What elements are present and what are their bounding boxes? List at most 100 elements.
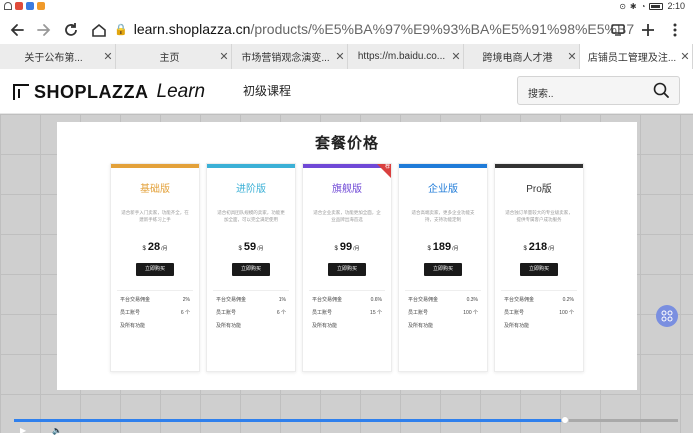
search-input[interactable]: 搜索..: [517, 76, 680, 105]
float-action-button[interactable]: [656, 305, 678, 327]
slide-title: 套餐价格: [314, 135, 379, 152]
pricing-card: Pro版 适合独订单量较大的专业级卖家，提供专属客户成功服务 $218/月 立即购买平…: [494, 163, 584, 372]
ribbon-label: 荐: [384, 164, 390, 170]
plan-feature: 平台交易佣金 0.2%: [504, 295, 574, 304]
buy-now-button[interactable]: 立即购买: [232, 263, 270, 276]
feature-value: 100 个: [463, 310, 478, 316]
plan-color-bar: [111, 164, 199, 168]
volume-icon[interactable]: 🔈: [52, 426, 62, 435]
feature-label: 及所有功能: [504, 323, 530, 329]
plan-price: $189/月: [399, 241, 487, 253]
tab-item[interactable]: 主页 ✕: [116, 44, 232, 69]
new-tab-icon[interactable]: [637, 19, 659, 41]
feature-value: 1%: [278, 296, 286, 303]
feature-label: 员工账号: [216, 310, 237, 316]
feature-label: 及所有功能: [408, 323, 434, 329]
price-value: 99: [339, 241, 353, 253]
play-icon[interactable]: ▶: [20, 426, 26, 435]
wifi-signal-icon: ◔: [640, 1, 646, 11]
plan-feature: 及所有功能: [120, 321, 190, 330]
tab-item[interactable]: 市场营销观念演变... ✕: [232, 44, 348, 69]
feature-label: 及所有功能: [312, 323, 338, 329]
close-icon[interactable]: ✕: [101, 50, 115, 63]
plan-description: 适合初具团队规模的卖家，功能更加全面，可以完全满足使用: [217, 210, 285, 222]
close-icon[interactable]: ✕: [565, 50, 579, 63]
plan-color-bar: [207, 164, 295, 168]
price-currency: $: [142, 246, 146, 252]
plan-description: 适合企业卖家，功能更加全面，企业品牌出海首选: [313, 210, 381, 222]
buy-now-button[interactable]: 立即购买: [424, 263, 462, 276]
url-host: learn.shoplazza.cn: [133, 21, 251, 37]
feature-label: 平台交易佣金: [312, 297, 343, 303]
back-icon[interactable]: [6, 19, 28, 41]
card-divider: [501, 290, 577, 291]
address-bar[interactable]: 🔒 learn.shoplazza.cn/products/%E5%BA%97%…: [114, 17, 634, 41]
feature-label: 员工账号: [504, 310, 525, 316]
pricing-card: 基础版 适合新手入门卖家，功能齐全，在建新手练习上手 $28/月 立即购买 平台交易佣金…: [110, 163, 200, 372]
price-currency: $: [334, 246, 338, 252]
close-icon[interactable]: ✕: [217, 50, 231, 63]
plan-feature: 员工账号 100 个: [504, 308, 574, 317]
app-icon-3: [37, 2, 45, 10]
alarm-icon: ⊙: [619, 1, 626, 11]
site-logo[interactable]: SHOPLAZZA Learn: [13, 81, 205, 103]
video-progress-bar[interactable]: [14, 416, 678, 424]
pricing-card: 进阶版 适合初具团队规模的卖家，功能更加全面，可以完全满足使用 $59/月 立即购买平…: [206, 163, 296, 372]
plan-price: $218/月: [495, 241, 583, 253]
search-icon[interactable]: [653, 82, 669, 98]
tab-item-active[interactable]: 店铺员工管理及注... ✕: [580, 44, 693, 69]
close-icon[interactable]: ✕: [678, 50, 692, 63]
plan-description: 适合新手入门卖家，功能齐全，在建新手练习上手: [121, 210, 189, 222]
feature-value: 0.2%: [562, 296, 574, 303]
close-icon[interactable]: ✕: [333, 50, 347, 63]
buy-now-button[interactable]: 立即购买: [520, 263, 558, 276]
tabs-overview-icon[interactable]: [607, 19, 629, 41]
feature-value: 2%: [182, 296, 190, 303]
close-icon[interactable]: ✕: [449, 50, 463, 63]
feature-label: 平台交易佣金: [216, 297, 247, 303]
feature-value: 6 个: [180, 310, 190, 316]
reload-icon[interactable]: [60, 19, 82, 41]
plan-color-bar: [495, 164, 583, 168]
tab-item[interactable]: https://m.baidu.co... ✕: [348, 44, 464, 69]
card-divider: [117, 290, 193, 291]
price-currency: $: [523, 246, 527, 252]
home-icon[interactable]: [88, 19, 110, 41]
price-period: /月: [548, 246, 555, 252]
buy-now-button[interactable]: 立即购买: [328, 263, 366, 276]
card-divider: [213, 290, 289, 291]
plan-description: 适合独订单量较大的专业级卖家，提供专属客户成功服务: [505, 210, 573, 222]
feature-label: 员工账号: [312, 310, 333, 316]
pricing-card: 企业版 适合高端卖家，更多企业功能支持，支持功能定制 $189/月 立即购买 平台交易佣…: [398, 163, 488, 372]
plan-feature: 平台交易佣金 0.6%: [312, 295, 382, 304]
price-value: 28: [147, 241, 161, 253]
feature-label: 员工账号: [408, 310, 429, 316]
wifi-icon: [4, 2, 12, 10]
plan-feature: 平台交易佣金 2%: [120, 295, 190, 304]
tab-strip: 关于公布第... ✕ 主页 ✕ 市场营销观念演变... ✕ https://m.bai…: [0, 44, 693, 69]
plan-feature: 平台交易佣金 0.3%: [408, 295, 478, 304]
feature-label: 及所有功能: [216, 323, 242, 329]
buy-now-button[interactable]: 立即购买: [136, 263, 174, 276]
plan-feature: 平台交易佣金 1%: [216, 295, 286, 304]
feature-label: 平台交易佣金: [120, 297, 151, 303]
forward-icon[interactable]: [33, 19, 55, 41]
logo-mark-icon: [13, 84, 29, 100]
tab-item[interactable]: 关于公布第... ✕: [0, 44, 116, 69]
lock-icon: 🔒: [114, 23, 128, 36]
plan-feature: 及所有功能: [312, 321, 382, 330]
price-currency: $: [427, 246, 431, 252]
feature-value: 6 个: [276, 310, 286, 316]
card-divider: [405, 290, 481, 291]
bluetooth-icon: ✱: [629, 1, 637, 11]
plan-feature: 员工账号 100 个: [408, 308, 478, 317]
status-time: 2:10: [667, 1, 685, 11]
nav-beginner-course[interactable]: 初级课程: [243, 82, 291, 99]
plan-price: $99/月: [303, 241, 391, 253]
plan-price: $28/月: [111, 241, 199, 253]
video-progress-knob[interactable]: [561, 416, 569, 424]
tab-item[interactable]: 跨境电商人才港 ✕: [464, 44, 580, 69]
price-period: /月: [161, 246, 168, 252]
menu-icon[interactable]: [664, 19, 686, 41]
plan-price: $59/月: [207, 241, 295, 253]
